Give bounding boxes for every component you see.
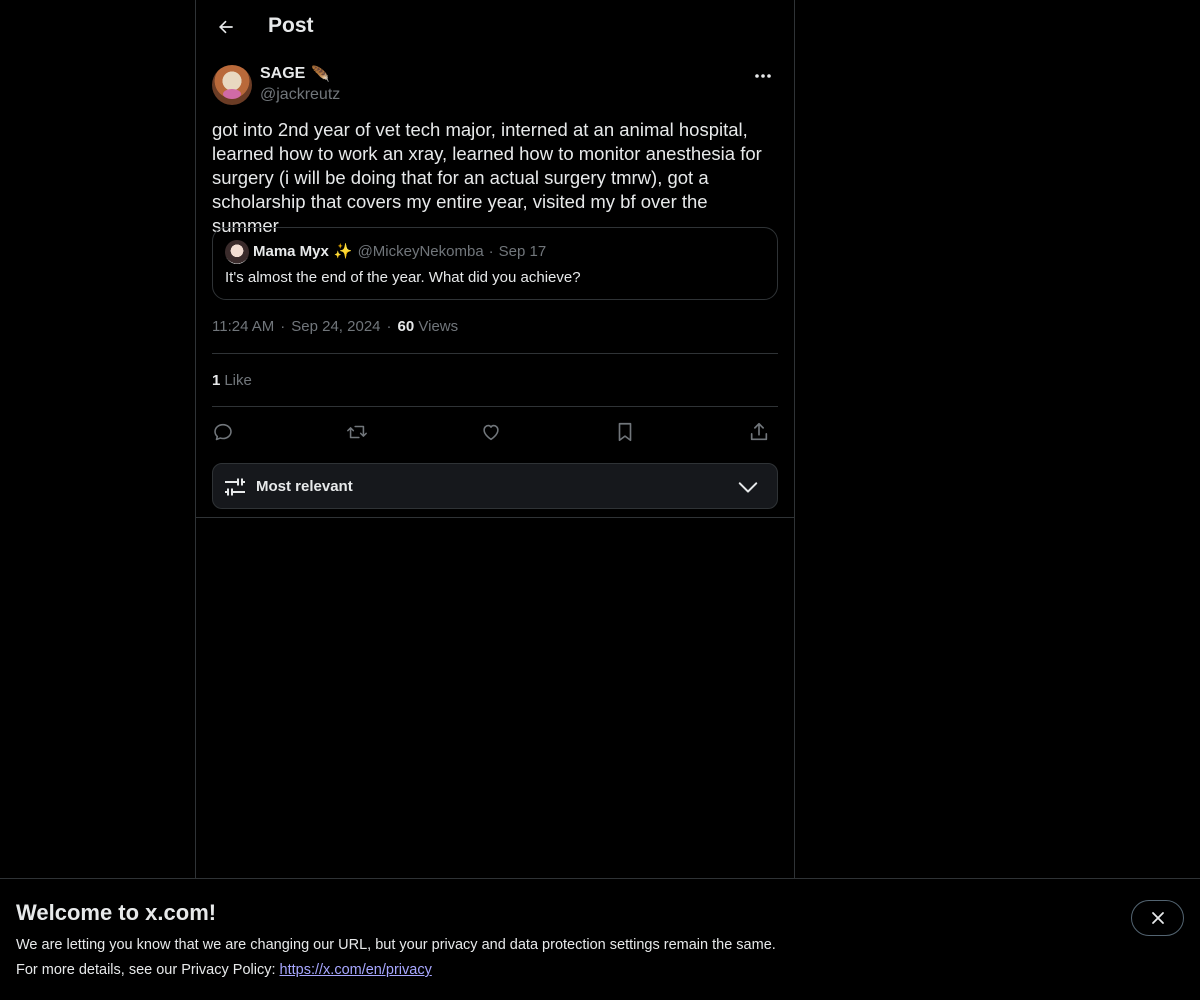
ellipsis-icon	[754, 73, 772, 79]
repost-button[interactable]	[342, 418, 372, 446]
privacy-policy-link[interactable]: https://x.com/en/privacy	[280, 962, 432, 978]
banner-title: Welcome to x.com!	[16, 900, 217, 925]
close-icon	[1150, 910, 1166, 926]
sort-label: Most relevant	[256, 478, 353, 495]
banner-close-button[interactable]	[1131, 900, 1184, 936]
quoted-post-header: Mama Myx ✨ @MickeyNekomba · Sep 17	[253, 242, 547, 261]
likes-count-link[interactable]: 1 Like	[212, 372, 252, 389]
sliders-icon	[223, 475, 247, 499]
reply-icon	[212, 421, 234, 443]
reply-button[interactable]	[208, 418, 238, 446]
quoted-display-name: Mama Myx	[253, 242, 329, 260]
page-title: Post	[268, 14, 314, 37]
quoted-name-emoji: ✨	[333, 243, 353, 260]
author-handle[interactable]: @jackreutz	[260, 86, 340, 104]
quoted-avatar	[225, 240, 249, 264]
back-button[interactable]	[208, 9, 244, 45]
quoted-separator: ·	[488, 242, 494, 260]
post-date[interactable]: Sep 24, 2024	[291, 318, 380, 335]
more-options-button[interactable]	[748, 64, 778, 88]
quoted-date: Sep 17	[498, 242, 547, 260]
author-name-emoji: 🪶	[311, 66, 331, 83]
quoted-handle: @MickeyNekomba	[357, 242, 484, 260]
bookmark-icon	[615, 421, 635, 443]
meta-separator: ·	[386, 318, 392, 335]
chevron-down-icon	[737, 476, 759, 498]
share-button[interactable]	[744, 418, 774, 446]
divider	[212, 353, 778, 354]
views-count: 60	[397, 318, 415, 335]
post-time[interactable]: 11:24 AM	[212, 318, 274, 335]
quoted-text: It's almost the end of the year. What di…	[225, 269, 581, 286]
meta-separator: ·	[280, 318, 286, 335]
views-label: Views	[418, 318, 459, 335]
primary-column: Post SAGE 🪶 @jackreutz got into 2nd year…	[195, 0, 795, 878]
like-button[interactable]	[476, 418, 506, 446]
divider	[196, 517, 794, 518]
share-icon	[748, 421, 770, 443]
author-display-name[interactable]: SAGE	[260, 65, 305, 83]
author-name-line: SAGE 🪶	[260, 65, 330, 83]
likes-count: 1	[212, 372, 221, 389]
banner-policy-line: For more details, see our Privacy Policy…	[16, 962, 432, 978]
post-meta: 11:24 AM · Sep 24, 2024 · 60 Views	[212, 318, 458, 335]
divider	[212, 406, 778, 407]
likes-label: Like	[224, 372, 252, 389]
url-change-banner: Welcome to x.com! We are letting you kno…	[0, 878, 1200, 1000]
banner-message: We are letting you know that we are chan…	[16, 937, 776, 953]
avatar[interactable]	[212, 65, 252, 105]
post-author: SAGE 🪶 @jackreutz	[212, 64, 778, 108]
arrow-left-icon	[216, 17, 236, 37]
repost-icon	[345, 421, 369, 443]
bookmark-button[interactable]	[610, 418, 640, 446]
post-text: got into 2nd year of vet tech major, int…	[212, 119, 762, 236]
sort-replies-dropdown[interactable]: Most relevant	[212, 463, 778, 509]
like-icon	[480, 421, 502, 443]
post-actions	[212, 418, 778, 446]
quoted-post[interactable]: Mama Myx ✨ @MickeyNekomba · Sep 17 It's …	[212, 227, 778, 300]
post-header: Post	[196, 0, 794, 54]
banner-policy-prefix: For more details, see our Privacy Policy…	[16, 962, 280, 978]
